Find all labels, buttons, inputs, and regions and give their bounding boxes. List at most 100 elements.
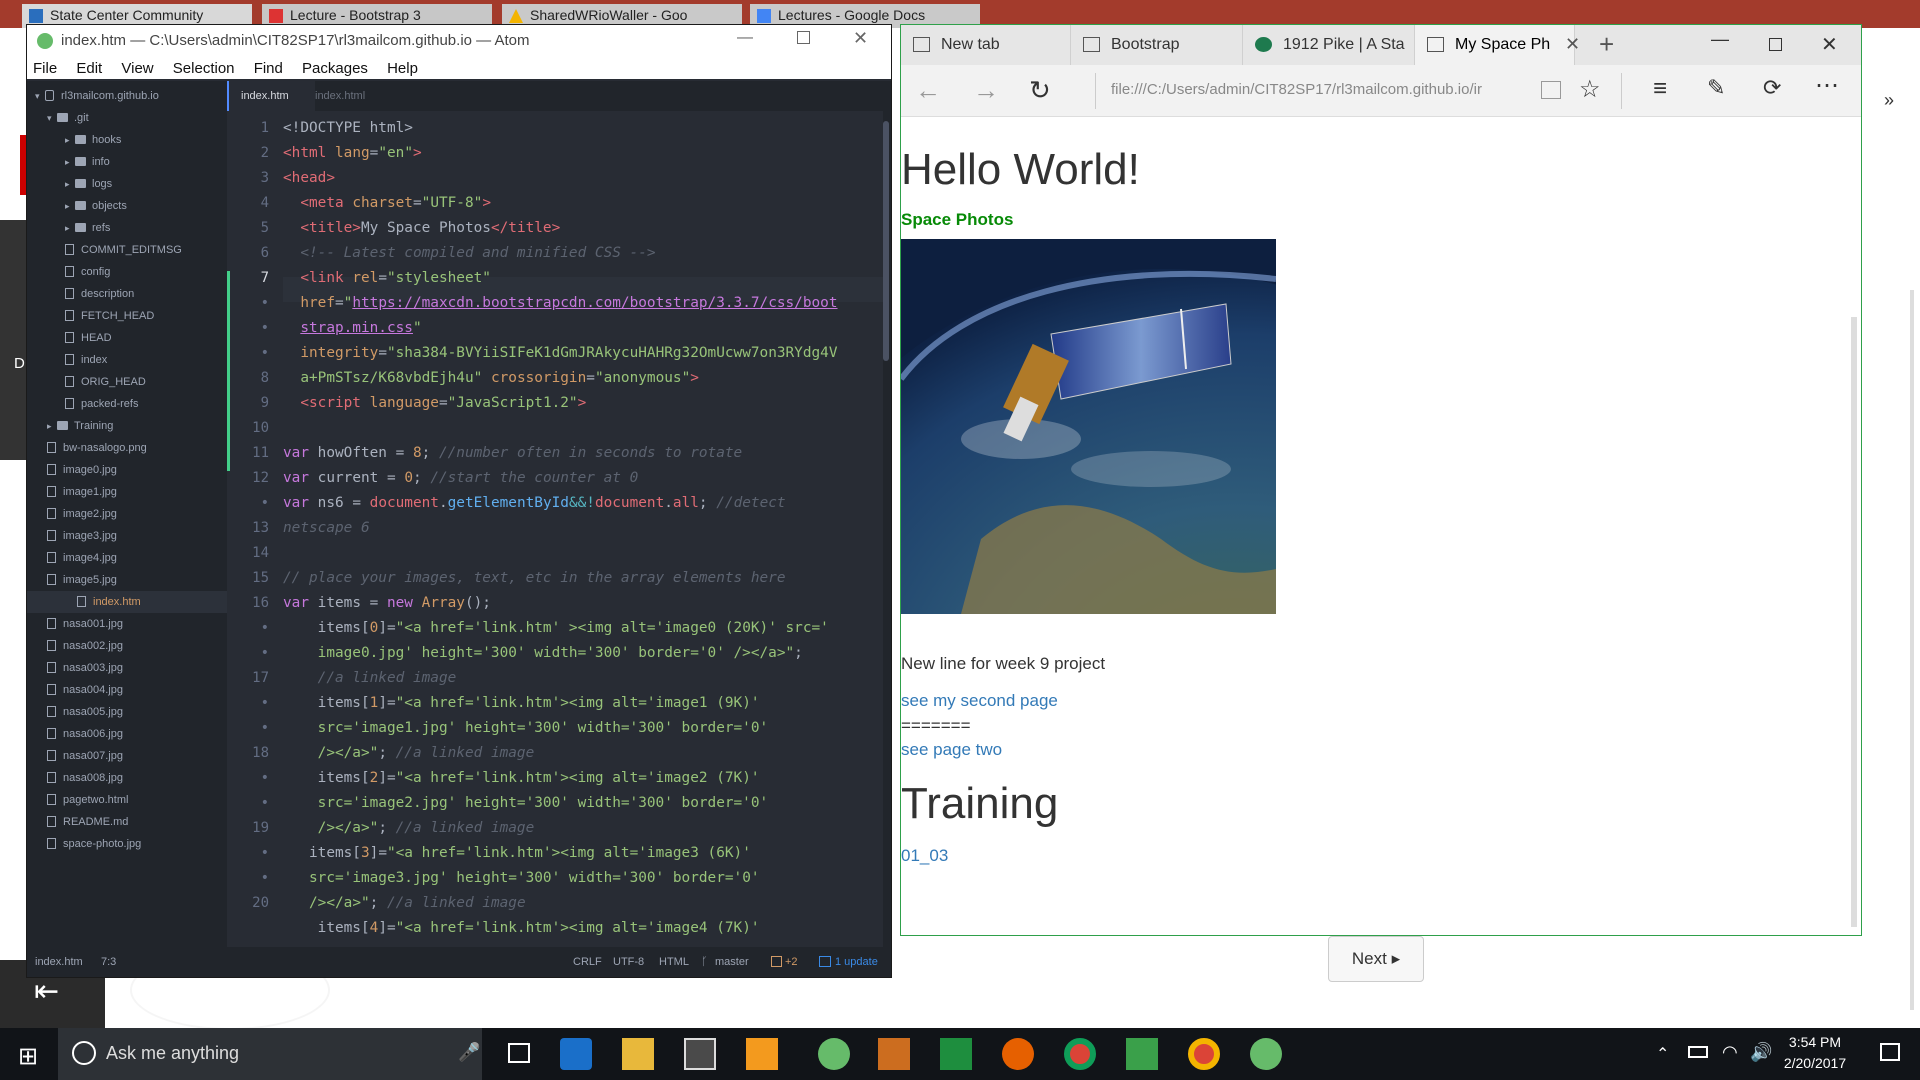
status-cursor-position[interactable]: 7:3 — [101, 947, 116, 977]
code-area[interactable]: <!DOCTYPE html> <html lang="en"> <head> … — [283, 111, 883, 947]
minimize-icon[interactable]: — — [1711, 29, 1729, 50]
tree-item[interactable]: COMMIT_EDITMSG — [65, 239, 227, 261]
tree-item[interactable]: nasa006.jpg — [47, 723, 227, 745]
task-view-icon[interactable] — [508, 1043, 530, 1063]
visual-studio-icon[interactable] — [940, 1038, 972, 1070]
tree-item[interactable]: ▸ objects — [65, 195, 227, 217]
page-scrollbar[interactable] — [1851, 317, 1857, 927]
tree-item[interactable]: nasa004.jpg — [47, 679, 227, 701]
tab-index-html[interactable]: index.html — [303, 81, 391, 111]
edge-tab-pike[interactable]: 1912 Pike | A Sta — [1243, 25, 1415, 65]
tree-item[interactable]: nasa005.jpg — [47, 701, 227, 723]
menu-help[interactable]: Help — [387, 60, 418, 77]
refresh-icon[interactable]: ↻ — [1029, 75, 1051, 106]
battery-icon[interactable] — [1688, 1046, 1708, 1058]
edge-taskbar-icon[interactable] — [560, 1038, 592, 1070]
clock-time[interactable]: 3:54 PM — [1780, 1034, 1850, 1050]
reading-view-icon[interactable] — [1541, 81, 1561, 99]
tree-item[interactable]: space-photo.jpg — [47, 833, 227, 855]
status-grammar[interactable]: HTML — [659, 947, 689, 977]
status-update[interactable]: 1 update — [835, 947, 878, 977]
tree-item[interactable]: nasa003.jpg — [47, 657, 227, 679]
status-line-ending[interactable]: CRLF — [573, 947, 602, 977]
next-button[interactable]: Next ▸ — [1328, 936, 1424, 982]
tree-item[interactable]: nasa008.jpg — [47, 767, 227, 789]
atom-taskbar-icon[interactable] — [818, 1038, 850, 1070]
link-page-two[interactable]: see page two — [901, 740, 1002, 760]
status-encoding[interactable]: UTF-8 — [613, 947, 644, 977]
tree-item[interactable]: ▸ hooks — [65, 129, 227, 151]
tree-item[interactable]: image3.jpg — [47, 525, 227, 547]
close-icon[interactable]: ✕ — [853, 28, 868, 49]
menu-selection[interactable]: Selection — [173, 60, 235, 77]
tree-item[interactable]: FETCH_HEAD — [65, 305, 227, 327]
tree-item[interactable]: image2.jpg — [47, 503, 227, 525]
atom-taskbar-icon[interactable] — [1250, 1038, 1282, 1070]
store-icon[interactable] — [684, 1038, 716, 1070]
tree-item[interactable]: ▾ .git — [47, 107, 227, 129]
satellite-photo[interactable] — [901, 239, 1276, 614]
tree-item[interactable]: index.htm — [27, 591, 227, 613]
link-01-03[interactable]: 01_03 — [901, 846, 948, 866]
tree-item[interactable]: image0.jpg — [47, 459, 227, 481]
action-center-icon[interactable] — [1880, 1043, 1900, 1061]
minimize-icon[interactable]: — — [737, 29, 753, 47]
sublime-icon[interactable] — [878, 1038, 910, 1070]
editor-scrollbar[interactable] — [883, 111, 891, 947]
edge-tab-active[interactable]: My Space Ph — [1415, 25, 1575, 65]
tree-item[interactable]: image4.jpg — [47, 547, 227, 569]
firefox-icon[interactable] — [1002, 1038, 1034, 1070]
maximize-icon[interactable] — [797, 31, 810, 44]
hub-icon[interactable]: ≡ — [1653, 75, 1667, 103]
tree-item[interactable]: index — [65, 349, 227, 371]
web-note-icon[interactable]: ✎ — [1707, 75, 1725, 101]
microphone-icon[interactable]: 🎤 — [458, 1042, 480, 1063]
file-explorer-icon[interactable] — [622, 1038, 654, 1070]
share-icon[interactable]: ⟳ — [1763, 75, 1781, 101]
tree-item[interactable]: HEAD — [65, 327, 227, 349]
forward-icon[interactable]: → — [973, 75, 999, 106]
tree-item[interactable]: ▸ logs — [65, 173, 227, 195]
menu-view[interactable]: View — [121, 60, 153, 77]
tree-item[interactable]: nasa007.jpg — [47, 745, 227, 767]
app-icon[interactable] — [1126, 1038, 1158, 1070]
chrome-icon[interactable] — [1064, 1038, 1096, 1070]
tab-index-htm[interactable]: index.htm — [227, 81, 315, 111]
volume-icon[interactable]: 🔊 — [1750, 1042, 1772, 1063]
media-player-icon[interactable] — [746, 1038, 778, 1070]
tree-item[interactable]: packed-refs — [65, 393, 227, 415]
tree-item[interactable]: image5.jpg — [47, 569, 227, 591]
tree-item[interactable]: ORIG_HEAD — [65, 371, 227, 393]
more-icon[interactable]: ⋯ — [1815, 71, 1839, 100]
tree-item[interactable]: config — [65, 261, 227, 283]
tab-close-icon[interactable]: ✕ — [1565, 34, 1580, 55]
edge-tab-new[interactable]: New tab — [901, 25, 1071, 65]
menu-edit[interactable]: Edit — [76, 60, 102, 77]
background-chevron-icon[interactable]: » — [1884, 90, 1894, 111]
tree-item[interactable]: ▸ refs — [65, 217, 227, 239]
tree-item[interactable]: pagetwo.html — [47, 789, 227, 811]
link-second-page[interactable]: see my second page — [901, 691, 1058, 711]
maximize-icon[interactable] — [1769, 38, 1782, 51]
status-file[interactable]: index.htm — [35, 947, 83, 977]
cortana-search[interactable]: Ask me anything 🎤 — [58, 1028, 482, 1080]
tree-item[interactable]: README.md — [47, 811, 227, 833]
chevron-up-icon[interactable]: ⌃ — [1656, 1044, 1669, 1064]
menu-find[interactable]: Find — [254, 60, 283, 77]
address-bar[interactable]: file:///C:/Users/admin/CIT82SP17/rl3mail… — [1111, 81, 1482, 98]
tree-item[interactable]: nasa001.jpg — [47, 613, 227, 635]
favorite-star-icon[interactable]: ☆ — [1579, 75, 1601, 104]
wifi-icon[interactable]: ◠ — [1722, 1042, 1738, 1063]
tree-item[interactable]: bw-nasalogo.png — [47, 437, 227, 459]
menu-file[interactable]: File — [33, 60, 57, 77]
tree-item[interactable]: ▾ rl3mailcom.github.io — [35, 85, 227, 107]
windows-start-icon[interactable]: ⊞ — [18, 1042, 38, 1071]
status-changes[interactable]: +2 — [785, 947, 798, 977]
status-branch[interactable]: master — [715, 947, 749, 977]
chrome-icon[interactable] — [1188, 1038, 1220, 1070]
edge-tab-bootstrap[interactable]: Bootstrap — [1071, 25, 1243, 65]
back-icon[interactable]: ← — [915, 75, 941, 106]
tree-item[interactable]: image1.jpg — [47, 481, 227, 503]
clock-date[interactable]: 2/20/2017 — [1776, 1055, 1854, 1071]
new-tab-icon[interactable]: + — [1599, 29, 1614, 60]
